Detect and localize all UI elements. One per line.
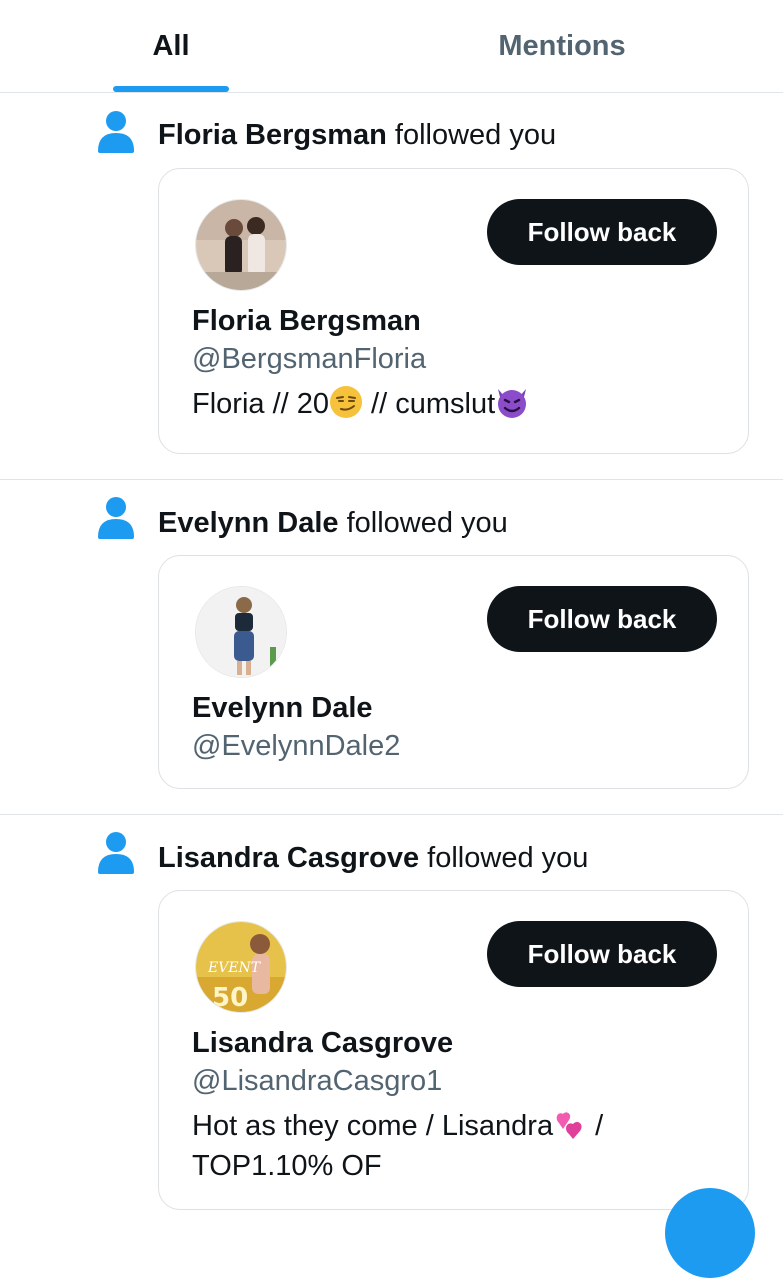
person-icon — [98, 497, 134, 539]
notification-user-name[interactable]: Floria Bergsman — [158, 119, 387, 151]
card-handle: @BergsmanFloria — [192, 343, 427, 375]
notification-item[interactable]: Lisandra Casgrove followed you EVENT 50 … — [0, 815, 783, 1210]
notification-user-name[interactable]: Lisandra Casgrove — [158, 842, 419, 874]
active-tab-indicator — [113, 86, 229, 92]
notification-action: followed you — [346, 507, 508, 539]
notification-tabs: All Mentions — [0, 0, 783, 93]
notification-text: Evelynn Dale followed you — [158, 506, 508, 540]
avatar[interactable]: EVENT 50 — [195, 921, 287, 1013]
svg-text:EVENT: EVENT — [207, 960, 262, 976]
person-icon — [98, 832, 134, 874]
notification-action: followed you — [427, 842, 589, 874]
bio-text: / — [587, 1110, 604, 1142]
bio-text: // cumslut — [363, 388, 496, 420]
follow-back-button[interactable]: Follow back — [487, 199, 717, 265]
smirk-emoji — [330, 386, 362, 418]
card-bio: Floria // 20 // cumslut — [192, 384, 732, 424]
svg-text:50: 50 — [212, 983, 248, 1013]
user-card[interactable]: Follow back Floria Bergsman @BergsmanFlo… — [158, 168, 749, 454]
notification-user-name[interactable]: Evelynn Dale — [158, 507, 339, 539]
bio-text: Hot as they come / Lisandra — [192, 1110, 554, 1142]
card-display-name: Evelynn Dale — [192, 692, 373, 724]
smiling-devil-emoji — [498, 389, 527, 418]
two-hearts-emoji — [556, 1112, 582, 1139]
card-handle: @LisandraCasgro1 — [192, 1065, 443, 1097]
notification-text: Floria Bergsman followed you — [158, 118, 556, 152]
avatar[interactable] — [195, 199, 287, 291]
card-display-name: Lisandra Casgrove — [192, 1027, 454, 1059]
person-icon — [98, 111, 134, 153]
notification-text: Lisandra Casgrove followed you — [158, 841, 588, 875]
card-bio: Hot as they come / Lisandra / TOP1.10% O… — [192, 1106, 732, 1186]
user-card[interactable]: Follow back Evelynn Dale @EvelynnDale2 — [158, 555, 749, 789]
user-card[interactable]: EVENT 50 Follow back Lisandra Casgrove @… — [158, 890, 749, 1210]
card-display-name: Floria Bergsman — [192, 305, 421, 337]
avatar[interactable] — [195, 586, 287, 678]
follow-back-button[interactable]: Follow back — [487, 921, 717, 987]
card-handle: @EvelynnDale2 — [192, 730, 401, 762]
follow-back-button[interactable]: Follow back — [487, 586, 717, 652]
notification-item[interactable]: Floria Bergsman followed you Follow back… — [0, 93, 783, 480]
tab-all[interactable]: All — [113, 0, 229, 92]
tab-mentions[interactable]: Mentions — [462, 0, 662, 92]
bio-text: Floria // 20 — [192, 388, 329, 420]
compose-button[interactable] — [665, 1188, 755, 1278]
notification-item[interactable]: Evelynn Dale followed you Follow back Ev… — [0, 480, 783, 814]
notification-action: followed you — [394, 119, 557, 151]
bio-text: TOP1.10% OF — [192, 1150, 382, 1182]
